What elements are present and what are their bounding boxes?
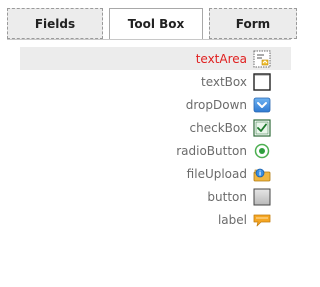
tab-toolbox[interactable]: Tool Box (109, 8, 203, 40)
tab-bar: Fields Tool Box Form (7, 8, 297, 40)
toolbox-item-textbox[interactable]: textBox (20, 70, 291, 93)
dropdown-icon (253, 96, 271, 114)
toolbox-item-label-text: label (217, 212, 247, 227)
fileupload-icon: i (253, 165, 271, 183)
tab-fields[interactable]: Fields (7, 8, 103, 39)
toolbox-item-label: fileUpload (186, 166, 247, 181)
toolbox-item-label: checkBox (189, 120, 247, 135)
toolbox-list: textArea textBox dropDown checkBox radio… (20, 47, 291, 231)
textarea-icon (253, 50, 271, 68)
svg-text:i: i (259, 170, 261, 177)
radiobutton-icon (253, 142, 271, 160)
toolbox-item-label: dropDown (185, 97, 247, 112)
toolbox-item-label: button (207, 189, 247, 204)
label-icon (253, 211, 271, 229)
toolbox-item-button[interactable]: button (20, 185, 291, 208)
checkbox-icon (253, 118, 271, 137)
toolbox-item-label: textBox (201, 74, 247, 89)
toolbox-item-label: radioButton (176, 143, 247, 158)
toolbox-item-label: textArea (195, 51, 247, 66)
toolbox-item-dropdown[interactable]: dropDown (20, 93, 291, 116)
toolbox-panel: Fields Tool Box Form textArea textBox dr… (0, 0, 297, 287)
toolbox-item-textarea[interactable]: textArea (20, 47, 291, 70)
toolbox-item-radiobutton[interactable]: radioButton (20, 139, 291, 162)
toolbox-item-fileupload[interactable]: fileUpload i (20, 162, 291, 185)
toolbox-item-checkbox[interactable]: checkBox (20, 116, 291, 139)
toolbox-item-label[interactable]: label (20, 208, 291, 231)
tab-divider (7, 39, 291, 40)
tab-form[interactable]: Form (209, 8, 297, 39)
button-icon (253, 188, 271, 206)
textbox-icon (253, 72, 271, 91)
